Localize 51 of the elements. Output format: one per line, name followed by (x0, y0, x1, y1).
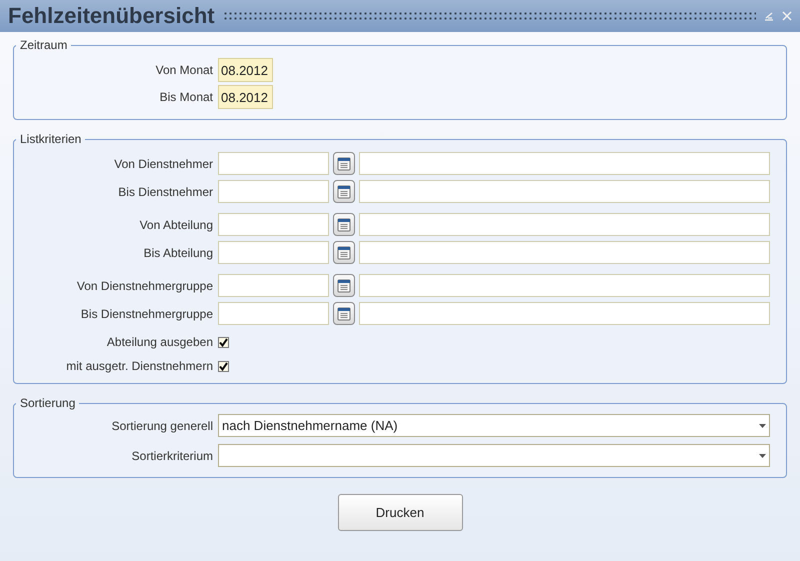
description-field[interactable] (359, 180, 770, 203)
description-field[interactable] (359, 302, 770, 325)
description-field[interactable] (359, 213, 770, 236)
calendar-button[interactable] (333, 213, 355, 236)
code-field[interactable] (218, 180, 329, 203)
field-label: Bis Dienstnehmergruppe (80, 306, 213, 320)
calendar-icon (337, 306, 351, 320)
code-field[interactable] (218, 274, 329, 297)
description-field[interactable] (359, 241, 770, 264)
field-label: Bis Dienstnehmer (118, 184, 213, 198)
minimize-icon[interactable] (764, 11, 774, 21)
caret-icon (759, 454, 766, 458)
field-label: Sortierkriterium (132, 448, 213, 462)
code-field[interactable] (218, 241, 329, 264)
dropdown[interactable]: nach Dienstnehmername (NA) (218, 414, 770, 437)
calendar-icon (337, 218, 351, 232)
calendar-icon (337, 278, 351, 292)
month-field[interactable]: 08.2012 (218, 58, 273, 82)
print-button[interactable]: Drucken (338, 494, 462, 531)
calendar-button[interactable] (333, 274, 355, 297)
field-label: Bis Monat (160, 90, 213, 104)
calendar-icon (337, 246, 351, 260)
calendar-button[interactable] (333, 152, 355, 175)
checkbox[interactable] (218, 336, 229, 348)
description-field[interactable] (359, 152, 770, 175)
field-label: Abteilung ausgeben (106, 335, 213, 349)
field-label: Bis Abteilung (144, 246, 213, 260)
description-field[interactable] (359, 274, 770, 297)
field-label: mit ausgetr. Dienstnehmern (66, 359, 213, 373)
calendar-button[interactable] (333, 302, 355, 325)
field-label: Von Monat (156, 63, 213, 77)
calendar-icon (337, 184, 351, 198)
code-field[interactable] (218, 302, 329, 325)
code-field[interactable] (218, 152, 329, 175)
group-title: Listkriterien (20, 132, 82, 146)
calendar-icon (337, 156, 351, 170)
calendar-button[interactable] (333, 241, 355, 264)
field-label: Sortierung generell (112, 418, 213, 432)
field-label: Von Abteilung (140, 218, 213, 232)
close-icon[interactable] (782, 11, 792, 21)
checkbox[interactable] (218, 360, 229, 372)
caret-icon (759, 424, 766, 428)
group-title: Sortierung (20, 396, 76, 410)
window-title: Fehlzeitenübersicht (8, 5, 215, 27)
field-label: Von Dienstnehmergruppe (76, 278, 213, 292)
code-field[interactable] (218, 213, 329, 236)
month-field[interactable]: 08.2012 (218, 85, 273, 109)
group-title: Zeitraum (20, 38, 68, 52)
calendar-button[interactable] (333, 180, 355, 203)
field-label: Von Dienstnehmer (114, 156, 213, 170)
dropdown[interactable] (218, 444, 770, 467)
